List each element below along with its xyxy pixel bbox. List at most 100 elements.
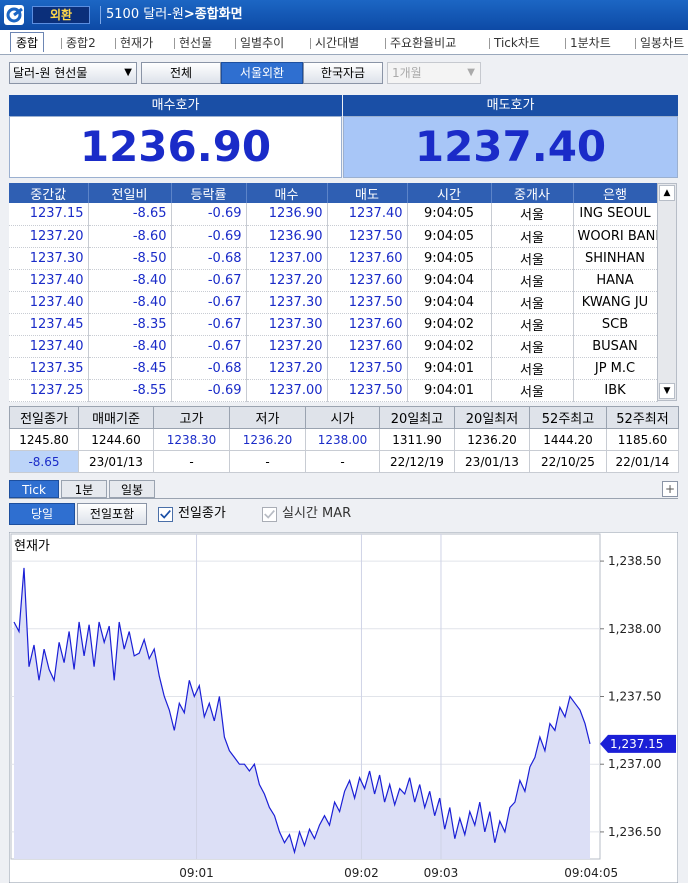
- summary-cell: 22/10/25: [529, 450, 607, 473]
- table-cell: 9:04:04: [407, 291, 492, 314]
- table-cell: 서울: [491, 247, 574, 270]
- summary-col-header: 고가: [153, 406, 230, 429]
- screen-code: 5100: [106, 7, 140, 22]
- trades-header-row: 중간값 전일비 등락률 매수 매도 시간 중개사 은행: [9, 183, 658, 203]
- table-cell: -0.68: [171, 357, 247, 380]
- tab-separator: [635, 38, 636, 49]
- mar-checkbox[interactable]: [262, 507, 277, 522]
- tab-minute[interactable]: 1분: [61, 480, 107, 498]
- tab-5[interactable]: 시간대별: [315, 33, 359, 53]
- tab-7[interactable]: Tick차트: [494, 33, 540, 53]
- table-cell: 1237.50: [327, 357, 408, 380]
- y-tick-label: 1,237.50: [608, 690, 661, 704]
- table-cell: 9:04:01: [407, 357, 492, 380]
- table-cell: 1237.40: [9, 335, 89, 358]
- table-cell: 서울: [491, 291, 574, 314]
- summary-cell: -: [229, 450, 306, 473]
- bid-price: 1236.90: [9, 116, 342, 178]
- price-chart[interactable]: 1,238.50 1,238.00 1,237.50 1,237.00 1,236.50…: [9, 532, 678, 883]
- table-cell: SHINHAN: [573, 247, 658, 270]
- include-prev-day-button[interactable]: 전일포함: [77, 503, 147, 525]
- filter-korea-money-button[interactable]: 한국자금: [303, 62, 383, 84]
- table-cell: HANA: [573, 269, 658, 292]
- table-cell: 1237.50: [327, 379, 408, 402]
- table-cell: -8.60: [88, 225, 172, 248]
- table-row[interactable]: 1237.30 -8.50 -0.68 1237.00 1237.60 9:04:05 서울…: [9, 247, 658, 270]
- scroll-down-icon[interactable]: ▼: [659, 383, 675, 399]
- add-icon[interactable]: +: [662, 481, 678, 497]
- table-cell: 서울: [491, 225, 574, 248]
- product-select[interactable]: 달러-원 현선물 ▼: [9, 62, 137, 84]
- table-cell: 1236.90: [246, 225, 328, 248]
- table-row[interactable]: 1237.15 -8.65 -0.69 1236.90 1237.40 9:04:05 서울…: [9, 203, 658, 226]
- table-cell: ING SEOUL: [573, 203, 658, 226]
- filter-seoul-fx-button[interactable]: 서울외환: [221, 62, 303, 84]
- summary-header-row: 전일종가 매매기준 고가 저가 시가 20일최고 20일최저 52주최고 52주최저: [9, 406, 679, 429]
- table-row[interactable]: 1237.40 -8.40 -0.67 1237.20 1237.60 9:04:02 서울…: [9, 335, 658, 358]
- tab-daily[interactable]: 일봉: [109, 480, 155, 498]
- trades-col-header[interactable]: 매도: [327, 183, 408, 203]
- tab-9[interactable]: 일봉차트: [640, 33, 684, 53]
- table-cell: SCB: [573, 313, 658, 336]
- product-select-label: 달러-원 현선물: [13, 66, 88, 80]
- table-row[interactable]: 1237.40 -8.40 -0.67 1237.20 1237.60 9:04:04 서울…: [9, 269, 658, 292]
- table-cell: 1236.90: [246, 203, 328, 226]
- tab-6[interactable]: 주요환율비교: [390, 33, 456, 53]
- filter-all-button[interactable]: 전체: [141, 62, 221, 84]
- summary-cell: 1236.20: [454, 428, 530, 451]
- tab-separator: [115, 38, 116, 49]
- summary-cell: 1236.20: [229, 428, 306, 451]
- table-cell: 1237.30: [9, 247, 89, 270]
- tab-tick[interactable]: Tick: [9, 480, 59, 498]
- ask-price: 1237.40: [343, 116, 678, 178]
- tab-2[interactable]: 현재가: [120, 33, 153, 53]
- table-cell: 1237.45: [9, 313, 89, 336]
- trades-col-header[interactable]: 중개사: [491, 183, 574, 203]
- table-cell: 1237.00: [246, 247, 328, 270]
- tab-0[interactable]: 종합: [10, 32, 45, 52]
- trades-col-header[interactable]: 매수: [246, 183, 328, 203]
- x-tick-label: 09:03: [424, 866, 459, 880]
- window: 외환 5100 달러-원>종합화면 종합 종합2 현재가 현선물 일별추이 시간대별 주요환…: [0, 0, 688, 883]
- table-row[interactable]: 1237.35 -8.45 -0.68 1237.20 1237.50 9:04:01 서울…: [9, 357, 658, 380]
- checkmark-icon: [264, 510, 275, 519]
- ask-header: 매도호가: [343, 95, 678, 116]
- tab-separator: [565, 38, 566, 49]
- tab-1[interactable]: 종합2: [66, 33, 96, 53]
- chart-tabs: Tick 1분 일봉 +: [9, 480, 678, 499]
- period-select[interactable]: 1개월 ▼: [387, 62, 481, 84]
- scroll-up-icon[interactable]: ▲: [659, 185, 675, 201]
- table-cell: 서울: [491, 203, 574, 226]
- chart-options: 당일 전일포함 전일종가 실시간 MAR: [9, 502, 678, 528]
- x-tick-label: 09:02: [344, 866, 379, 880]
- tab-3[interactable]: 현선물: [179, 33, 212, 53]
- table-cell: 1237.40: [9, 291, 89, 314]
- mar-label: 실시간 MAR: [282, 506, 352, 521]
- today-button[interactable]: 당일: [9, 503, 75, 525]
- table-cell: 9:04:04: [407, 269, 492, 292]
- summary-dates-row: -8.65 23/01/13- - -22/12/19 23/01/13 22/10/25…: [9, 450, 679, 473]
- trades-scrollbar[interactable]: ▲ ▼: [657, 183, 677, 401]
- summary-cell: 22/01/14: [606, 450, 679, 473]
- table-row[interactable]: 1237.20 -8.60 -0.69 1236.90 1237.50 9:04:05 서울…: [9, 225, 658, 248]
- summary-cell: 1238.30: [153, 428, 230, 451]
- trades-col-header[interactable]: 시간: [407, 183, 492, 203]
- summary-cell: 23/01/13: [454, 450, 530, 473]
- prev-close-checkbox[interactable]: [158, 507, 173, 522]
- table-cell: -8.35: [88, 313, 172, 336]
- trades-col-header[interactable]: 등락률: [171, 183, 247, 203]
- table-row[interactable]: 1237.25 -8.55 -0.69 1237.00 1237.50 9:04:01 서울…: [9, 379, 658, 402]
- screen-tabs: 종합 종합2 현재가 현선물 일별추이 시간대별 주요환율비교 Tick차트 1분차트 일봉차트: [0, 30, 688, 55]
- tab-separator: [174, 38, 175, 49]
- tab-8[interactable]: 1분차트: [570, 33, 611, 53]
- table-row[interactable]: 1237.45 -8.35 -0.67 1237.30 1237.60 9:04:02 서울…: [9, 313, 658, 336]
- trades-col-header[interactable]: 은행: [573, 183, 658, 203]
- tab-4[interactable]: 일별추이: [240, 33, 284, 53]
- table-cell: -0.67: [171, 335, 247, 358]
- table-row[interactable]: 1237.40 -8.40 -0.67 1237.30 1237.50 9:04:04 서울…: [9, 291, 658, 314]
- prev-close-label: 전일종가: [178, 506, 226, 521]
- table-cell: -0.67: [171, 313, 247, 336]
- table-cell: -0.69: [171, 225, 247, 248]
- trades-col-header[interactable]: 전일비: [88, 183, 172, 203]
- trades-col-header[interactable]: 중간값: [9, 183, 89, 203]
